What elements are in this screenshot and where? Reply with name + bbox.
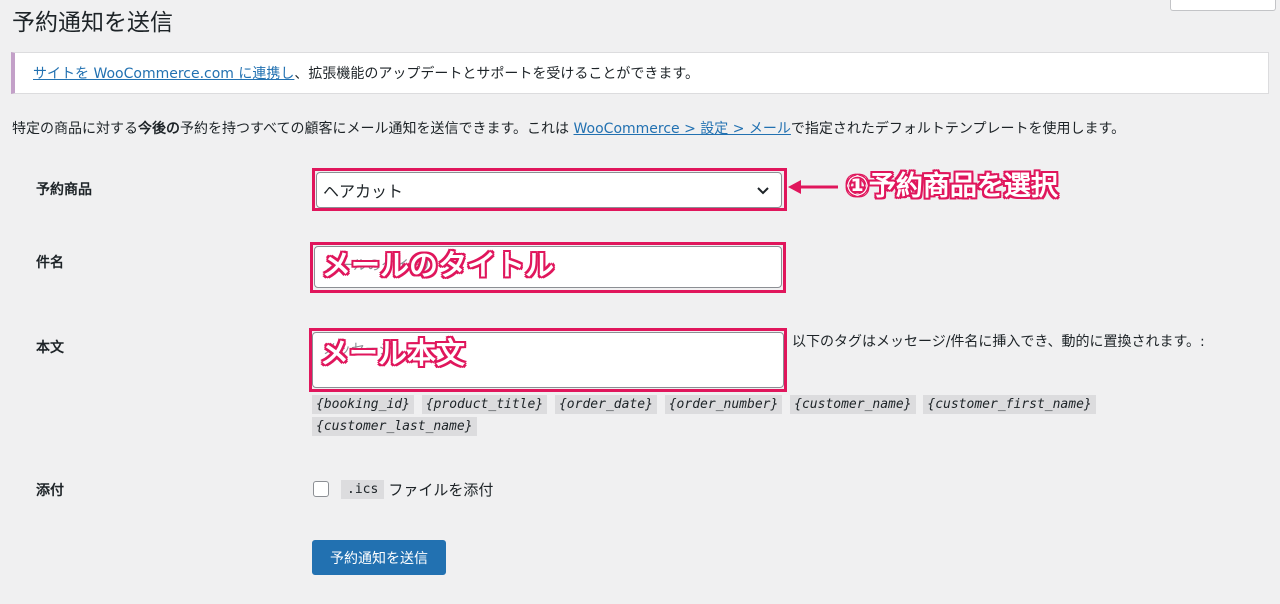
body-annotation: メール本文: [320, 336, 466, 370]
send-notification-button[interactable]: 予約通知を送信: [312, 540, 446, 575]
description-text-3: で指定されたデフォルトテンプレートを使用します。: [790, 121, 1126, 137]
attach-ics-label[interactable]: .ics ファイルを添付: [341, 479, 493, 500]
notice-text: 、拡張機能のアップデートとサポートを受けることができます。: [294, 66, 700, 82]
page-title: 予約通知を送信: [12, 10, 173, 36]
tag-product-title: {product_title}: [421, 395, 548, 414]
page-description: 特定の商品に対する今後の予約を持つすべての顧客にメール通知を送信できます。これは…: [12, 118, 1125, 138]
product-label: 予約商品: [36, 182, 92, 198]
arrow-left-icon: [788, 180, 838, 194]
tag-customer-name: {customer_name}: [790, 395, 916, 414]
description-bold: 今後の: [138, 121, 180, 137]
ics-extension: .ics: [341, 480, 385, 499]
tag-customer-first-name: {customer_first_name}: [923, 395, 1096, 414]
help-tab-button[interactable]: [1170, 0, 1276, 11]
body-label: 本文: [36, 340, 64, 356]
tag-list: {booking_id} {product_title} {order_date…: [312, 394, 1132, 438]
connect-link[interactable]: サイトを WooCommerce.com に連携し: [33, 63, 294, 83]
tag-customer-last-name: {customer_last_name}: [312, 417, 477, 436]
product-select-highlight: [312, 168, 787, 211]
attach-ics-checkbox[interactable]: [313, 481, 329, 497]
email-settings-link[interactable]: WooCommerce > 設定 > メール: [574, 121, 791, 137]
attach-label: 添付: [36, 483, 64, 499]
tag-booking-id: {booking_id}: [312, 395, 414, 414]
subject-annotation: メールのタイトル: [322, 248, 555, 282]
tag-hint: 以下のタグはメッセージ/件名に挿入でき、動的に置換されます。:: [792, 334, 1205, 350]
tag-order-date: {order_date}: [554, 395, 657, 414]
tag-order-number: {order_number}: [664, 395, 783, 414]
subject-label: 件名: [36, 255, 64, 271]
attach-text: ファイルを添付: [388, 481, 494, 499]
description-text-1: 特定の商品に対する: [12, 121, 138, 137]
select-annotation: ①予約商品を選択: [846, 171, 1058, 202]
description-text-2: 予約を持つすべての顧客にメール通知を送信できます。これは: [180, 121, 574, 137]
connect-notice: サイトを WooCommerce.com に連携し 、拡張機能のアップデートとサポ…: [11, 52, 1269, 94]
